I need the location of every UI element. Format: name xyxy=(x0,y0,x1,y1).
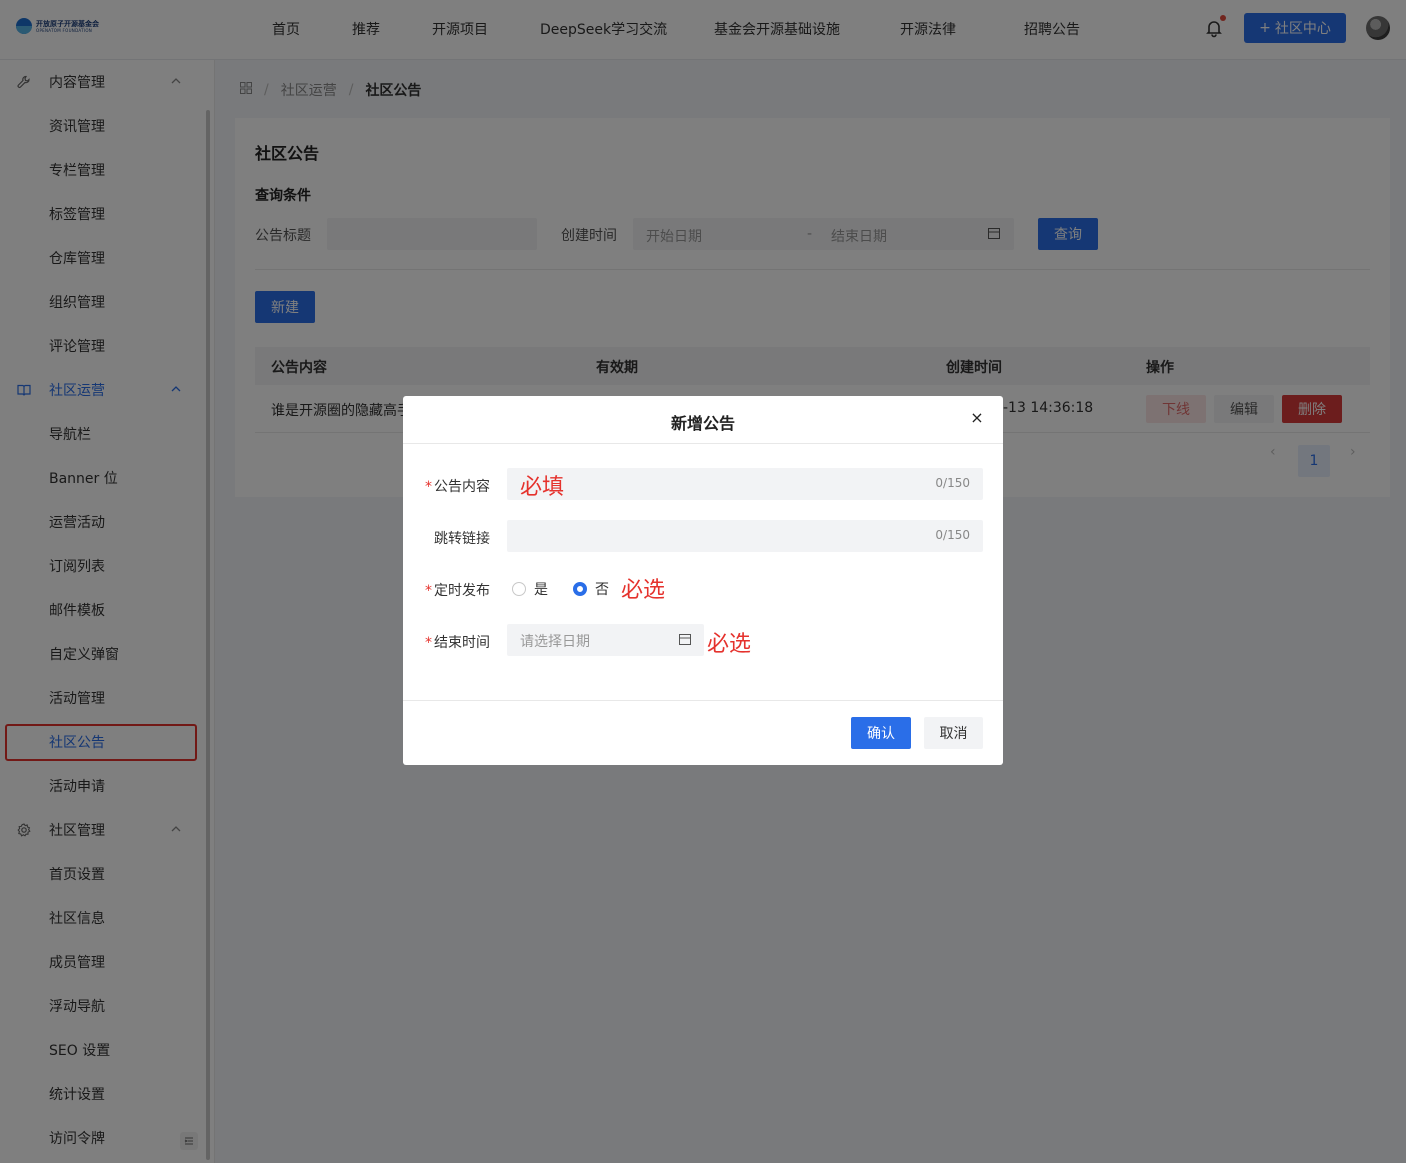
link-label: 跳转链接 xyxy=(434,531,490,547)
schedule-no-radio[interactable]: 否 xyxy=(573,579,609,599)
content-input[interactable]: 0/150 xyxy=(507,468,983,500)
annotation-required-select: 必选 xyxy=(621,578,666,603)
content-label: * 公告内容 xyxy=(425,479,490,495)
new-announcement-dialog: 新增公告 × * 公告内容 0/150 必填 跳转链接 0/150 * 定时发布 是… xyxy=(403,396,1003,765)
dialog-header: 新增公告 × xyxy=(403,396,1003,444)
cancel-button[interactable]: 取消 xyxy=(924,717,983,749)
calendar-icon xyxy=(679,633,691,649)
link-input[interactable]: 0/150 xyxy=(507,520,983,552)
date-placeholder: 请选择日期 xyxy=(520,634,590,650)
link-char-count: 0/150 xyxy=(935,528,970,542)
confirm-button[interactable]: 确认 xyxy=(851,717,911,749)
content-char-count: 0/150 xyxy=(935,476,970,490)
close-icon[interactable]: × xyxy=(969,410,985,426)
end-time-label: * 结束时间 xyxy=(425,635,490,651)
schedule-yes-radio[interactable]: 是 xyxy=(512,579,548,599)
schedule-label: * 定时发布 xyxy=(425,583,490,599)
end-time-date-picker[interactable]: 请选择日期 xyxy=(507,624,704,656)
annotation-required-select: 必选 xyxy=(707,632,752,657)
dialog-footer-divider xyxy=(403,700,1003,701)
dialog-title: 新增公告 xyxy=(670,414,735,433)
annotation-required-fill: 必填 xyxy=(520,475,565,500)
